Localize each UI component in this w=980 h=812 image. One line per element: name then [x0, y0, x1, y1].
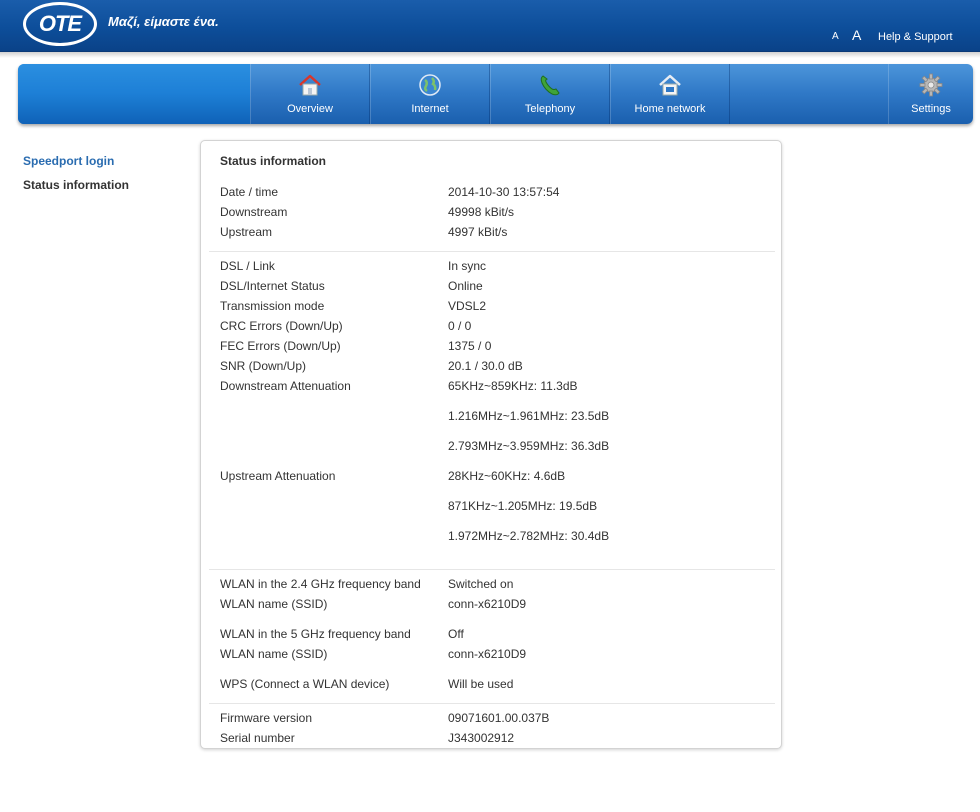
wlan-24ghz-ssid-value: conn-x6210D9: [448, 597, 527, 611]
fec-errors-value: 1375 / 0: [448, 339, 492, 353]
top-header: OTE Μαζί, είμαστε ένα. A A Help & Suppor…: [0, 0, 980, 52]
date-time-value: 2014-10-30 13:57:54: [448, 185, 560, 199]
downstream-attenuation-value: 65KHz~859KHz: 11.3dB: [448, 379, 578, 393]
nav-left-panel: [18, 64, 250, 124]
sidebar-item-speedport-login[interactable]: Speedport login: [23, 154, 114, 168]
downstream-attenuation-label: Downstream Attenuation: [220, 379, 351, 393]
nav-telephony-label: Telephony: [524, 103, 576, 115]
date-time-label: Date / time: [220, 185, 279, 199]
upstream-label: Upstream: [220, 225, 273, 239]
upstream-attenuation-label: Upstream Attenuation: [220, 469, 336, 483]
house-icon: [299, 74, 321, 96]
upstream-attenuation-value: 1.972MHz~2.782MHz: 30.4dB: [448, 529, 610, 543]
firmware-version-value: 09071601.00.037B: [448, 711, 550, 725]
wlan-5ghz-ssid-label: WLAN name (SSID): [220, 647, 328, 661]
ote-logo[interactable]: OTE: [23, 2, 97, 46]
nav-home-network[interactable]: Home network: [610, 64, 730, 124]
wlan-5ghz-ssid-value: conn-x6210D9: [448, 647, 527, 661]
section-divider: [209, 703, 775, 704]
wlan-24ghz-label: WLAN in the 2.4 GHz frequency band: [220, 577, 421, 591]
snr-label: SNR (Down/Up): [220, 359, 307, 373]
wlan-24ghz-value: Switched on: [448, 577, 514, 591]
nav-overview-label: Overview: [287, 103, 333, 115]
upstream-value: 4997 kBit/s: [448, 225, 508, 239]
house-network-icon: [659, 74, 681, 96]
wlan-5ghz-value: Off: [448, 627, 464, 641]
serial-number-label: Serial number: [220, 731, 295, 745]
downstream-value: 49998 kBit/s: [448, 205, 515, 219]
font-size-small-button[interactable]: A: [832, 31, 839, 42]
globe-icon: [419, 74, 441, 96]
nav-internet-label: Internet: [411, 103, 449, 115]
downstream-label: Downstream: [220, 205, 288, 219]
fec-errors-label: FEC Errors (Down/Up): [220, 339, 341, 353]
slogan: Μαζί, είμαστε ένα.: [108, 14, 219, 29]
nav-settings-label: Settings: [911, 103, 951, 115]
dsl-link-label: DSL / Link: [220, 259, 275, 273]
transmission-mode-value: VDSL2: [448, 299, 487, 313]
main-navigation: Overview Internet Telephony Home network: [18, 64, 973, 124]
phone-handset-icon: [540, 75, 560, 96]
dsl-internet-status-value: Online: [448, 279, 483, 293]
snr-value: 20.1 / 30.0 dB: [448, 359, 523, 373]
wps-label: WPS (Connect a WLAN device): [220, 677, 390, 691]
serial-number-value: J343002912: [448, 731, 515, 745]
font-size-large-button[interactable]: A: [852, 27, 861, 43]
nav-settings[interactable]: Settings: [888, 64, 973, 124]
firmware-version-label: Firmware version: [220, 711, 313, 725]
downstream-attenuation-value: 2.793MHz~3.959MHz: 36.3dB: [448, 439, 610, 453]
section-divider: [209, 251, 775, 252]
status-panel: Status information Date / time 2014-10-3…: [200, 140, 782, 749]
panel-title: Status information: [220, 154, 327, 168]
wlan-5ghz-label: WLAN in the 5 GHz frequency band: [220, 627, 411, 641]
transmission-mode-label: Transmission mode: [220, 299, 325, 313]
wlan-24ghz-ssid-label: WLAN name (SSID): [220, 597, 328, 611]
nav-overview[interactable]: Overview: [250, 64, 370, 124]
help-support-link[interactable]: Help & Support: [878, 31, 953, 43]
downstream-attenuation-value: 1.216MHz~1.961MHz: 23.5dB: [448, 409, 610, 423]
upstream-attenuation-value: 871KHz~1.205MHz: 19.5dB: [448, 499, 598, 513]
dsl-internet-status-label: DSL/Internet Status: [220, 279, 325, 293]
upstream-attenuation-value: 28KHz~60KHz: 4.6dB: [448, 469, 566, 483]
wps-value: Will be used: [448, 677, 514, 691]
nav-internet[interactable]: Internet: [370, 64, 490, 124]
section-divider: [209, 569, 775, 570]
crc-errors-value: 0 / 0: [448, 319, 472, 333]
dsl-link-value: In sync: [448, 259, 487, 273]
sidebar-item-status-information[interactable]: Status information: [23, 178, 129, 192]
nav-telephony[interactable]: Telephony: [490, 64, 610, 124]
crc-errors-label: CRC Errors (Down/Up): [220, 319, 343, 333]
gear-icon: [919, 73, 943, 97]
header-shadow: [0, 52, 980, 58]
nav-home-network-label: Home network: [634, 103, 706, 115]
